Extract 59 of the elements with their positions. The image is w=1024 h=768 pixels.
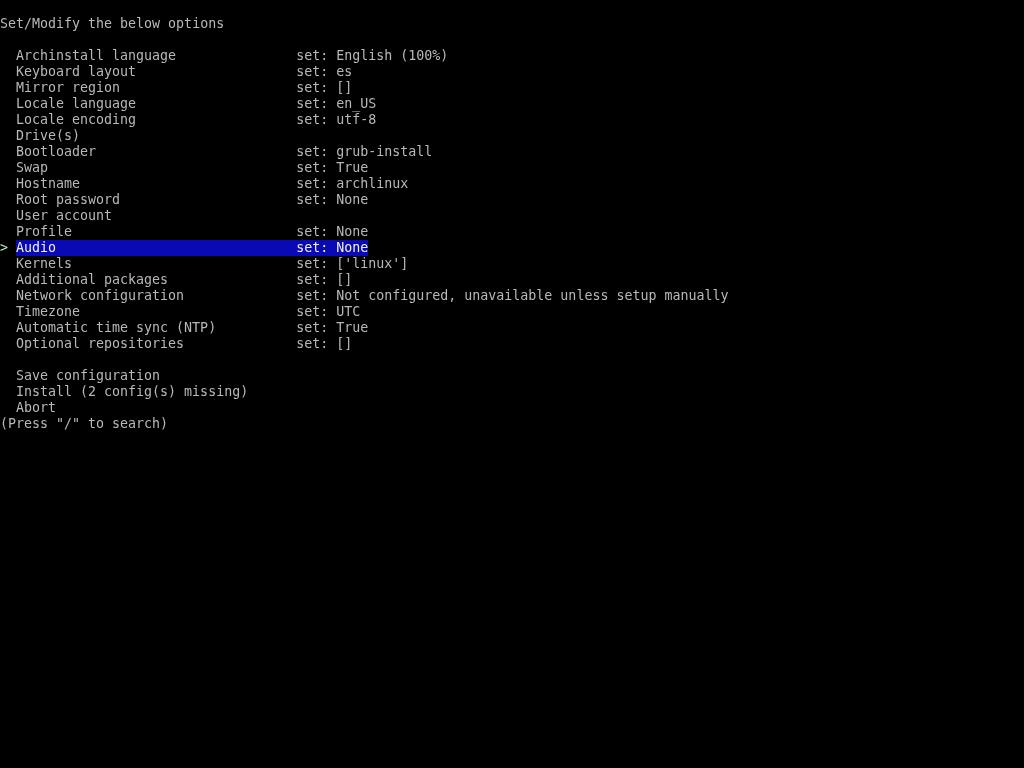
menu-item[interactable]: Locale encoding set: utf-8	[16, 112, 377, 128]
option-value: set: grub-install	[296, 144, 433, 160]
option-label: Locale encoding	[16, 112, 138, 128]
menu-title: Set/Modify the below options	[0, 16, 225, 32]
menu-item[interactable]: Drive(s)	[16, 128, 81, 144]
option-value: set: True	[296, 320, 369, 336]
menu-action[interactable]: Install (2 config(s) missing)	[16, 384, 249, 400]
option-value: set: archlinux	[296, 176, 409, 192]
menu-item[interactable]: Swap set: True	[16, 160, 369, 176]
option-label: Audio	[16, 240, 58, 256]
menu-item[interactable]: Mirror region set: []	[16, 80, 353, 96]
menu-item[interactable]: Archinstall language set: English (100%)	[16, 48, 449, 64]
option-value: set: utf-8	[296, 112, 377, 128]
option-label: Keyboard layout	[16, 64, 138, 80]
option-value: set: []	[296, 272, 353, 288]
option-label: Profile	[16, 224, 74, 240]
menu-item[interactable]: User account	[16, 208, 113, 224]
option-label: Swap	[16, 160, 50, 176]
option-label: Network configuration	[16, 288, 186, 304]
option-value: set: None	[296, 224, 369, 240]
option-label: Kernels	[16, 256, 74, 272]
option-value: set: []	[296, 336, 353, 352]
option-label: Hostname	[16, 176, 82, 192]
menu-item[interactable]: Bootloader set: grub-install	[16, 144, 433, 160]
option-label: Additional packages	[16, 272, 170, 288]
menu-item[interactable]: Hostname set: archlinux	[16, 176, 409, 192]
option-value: set: True	[296, 160, 369, 176]
menu-item[interactable]: Kernels set: ['linux']	[16, 256, 409, 272]
option-label: Bootloader	[16, 144, 98, 160]
option-value: set: None	[296, 192, 369, 208]
menu-item[interactable]: Profile set: None	[16, 224, 369, 240]
menu-item[interactable]: Locale language set: en_US	[16, 96, 377, 112]
menu-item[interactable]: Timezone set: UTC	[16, 304, 361, 320]
option-value: set: ['linux']	[296, 256, 409, 272]
menu-action[interactable]: Save configuration	[16, 368, 161, 384]
option-label: Optional repositories	[16, 336, 186, 352]
option-label: Mirror region	[16, 80, 122, 96]
option-value: set: English (100%)	[296, 48, 449, 64]
menu-item[interactable]: Additional packages set: []	[16, 272, 353, 288]
option-value: set: es	[296, 64, 353, 80]
option-label: Root password	[16, 192, 122, 208]
menu-item[interactable]: Network configuration set: Not configured, unavailable unless setup manually	[16, 288, 729, 304]
menu-item[interactable]: Keyboard layout set: es	[16, 64, 353, 80]
option-value: set: en_US	[296, 96, 377, 112]
option-label: Archinstall language	[16, 48, 178, 64]
option-label: Locale language	[16, 96, 138, 112]
selection-cursor: >	[0, 240, 8, 255]
option-label: Timezone	[16, 304, 82, 320]
menu-item[interactable]: Optional repositories set: []	[16, 336, 353, 352]
option-value: set: []	[296, 80, 353, 96]
option-label: Automatic time sync (NTP)	[16, 320, 218, 336]
menu-action[interactable]: Abort	[16, 400, 57, 416]
option-value: set: None	[296, 240, 369, 256]
menu-item[interactable]: Root password set: None	[16, 192, 369, 208]
search-hint: (Press "/" to search)	[0, 416, 169, 432]
menu-item[interactable]: Audio set: None	[16, 240, 369, 256]
menu-item[interactable]: Automatic time sync (NTP) set: True	[16, 320, 369, 336]
option-value: set: UTC	[296, 304, 361, 320]
option-value: set: Not configured, unavailable unless setup manually	[296, 288, 729, 304]
